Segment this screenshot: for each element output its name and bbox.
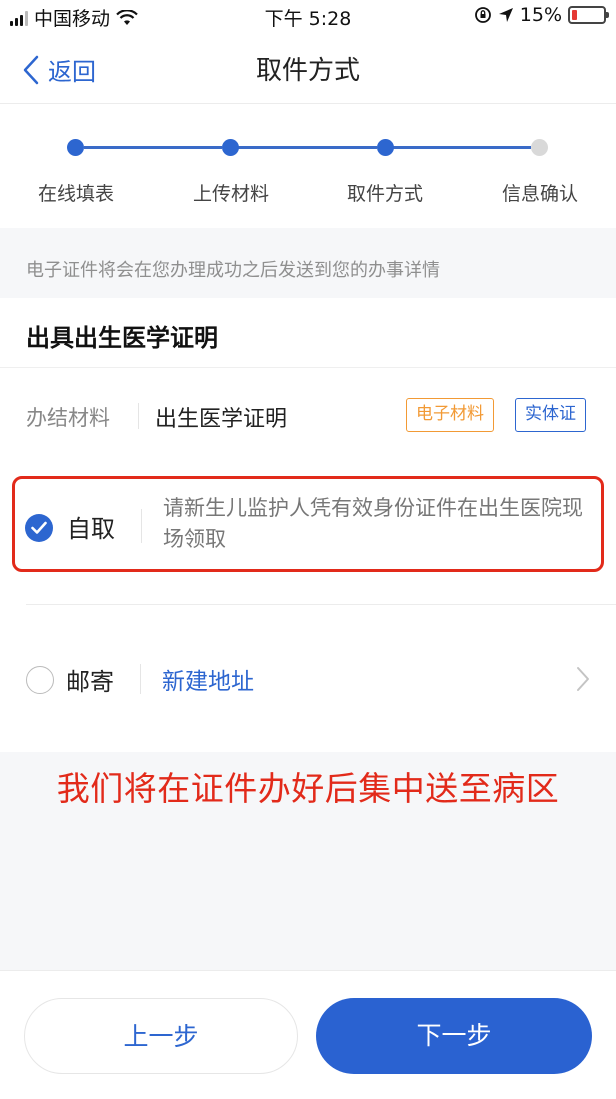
step-connector-3: [393, 146, 531, 149]
radio-unchecked-icon[interactable]: [26, 666, 54, 694]
mail-option[interactable]: 邮寄 新建地址: [0, 642, 616, 712]
mail-divider: [140, 664, 141, 694]
nav-bar: 返回 取件方式: [0, 32, 616, 104]
page-title: 取件方式: [255, 56, 360, 86]
step-connector-2: [238, 146, 377, 149]
location-icon: [498, 8, 513, 22]
progress-stepper: 在线填表 上传材料 取件方式 信息确认: [0, 104, 616, 228]
chevron-right-icon[interactable]: [576, 666, 590, 692]
step-dot-2: [222, 139, 239, 156]
section-title: 出具出生医学证明: [26, 324, 218, 352]
previous-step-button[interactable]: 上一步: [24, 998, 298, 1074]
pickup-options: 自取 请新生儿监护人凭有效身份证件在出生医院现场领取 邮寄 新建地址: [0, 462, 616, 752]
step-dot-4: [531, 139, 548, 156]
step-dot-1: [67, 139, 84, 156]
status-bar: 中国移动 下午 5:28 15%: [0, 0, 616, 32]
checkmark-icon: [31, 521, 47, 534]
orientation-lock-icon: [474, 7, 491, 23]
status-right: 15%: [474, 4, 609, 26]
radio-checked-icon[interactable]: [25, 514, 53, 542]
step-connector-1: [84, 146, 222, 149]
step-dot-3: [377, 139, 394, 156]
next-step-button[interactable]: 下一步: [316, 998, 592, 1074]
self-pickup-option[interactable]: 自取 请新生儿监护人凭有效身份证件在出生医院现场领取: [12, 476, 604, 572]
tag-physical-certificate: 实体证: [515, 398, 586, 432]
step-label-3: 取件方式: [346, 183, 423, 205]
self-pickup-divider: [141, 509, 142, 543]
step-label-1: 在线填表: [37, 183, 114, 205]
battery-icon: [568, 6, 609, 24]
material-label: 办结材料: [26, 406, 110, 430]
step-label-2: 上传材料: [192, 183, 269, 205]
material-row: 办结材料 出生医学证明 电子材料 实体证: [0, 368, 616, 462]
option-divider: [26, 604, 616, 605]
section-header: 出具出生医学证明: [0, 298, 616, 368]
battery-percent: 15%: [519, 4, 562, 26]
notice-text: 电子证件将会在您办理成功之后发送到您的办事详情: [0, 228, 616, 298]
self-pickup-description: 请新生儿监护人凭有效身份证件在出生医院现场领取: [163, 496, 583, 551]
new-address-link[interactable]: 新建地址: [162, 662, 254, 696]
step-label-4: 信息确认: [501, 183, 578, 205]
tag-electronic-material: 电子材料: [406, 398, 494, 432]
mail-label: 邮寄: [66, 668, 114, 696]
material-divider: [138, 403, 139, 429]
overlay-note: 我们将在证件办好后集中送至病区: [56, 769, 560, 808]
self-pickup-label: 自取: [67, 515, 115, 543]
material-value: 出生医学证明: [155, 407, 288, 432]
bottom-action-bar: 上一步 下一步: [0, 970, 616, 1099]
